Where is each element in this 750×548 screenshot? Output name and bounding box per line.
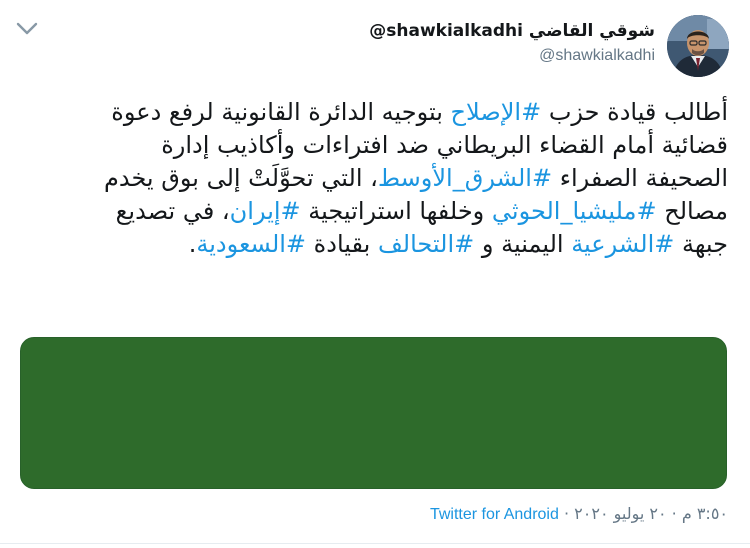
- chevron-down-icon: [16, 22, 38, 35]
- timestamp[interactable]: ٣:٥٠ م · ٢٠ يوليو ٢٠٢٠ ·: [564, 504, 728, 523]
- hashtag-link[interactable]: #مليشيا_الحوثي: [492, 197, 657, 225]
- display-name-handle: @shawkialkadhi: [369, 21, 523, 41]
- avatar[interactable]: [667, 15, 729, 77]
- source-link[interactable]: Twitter for Android: [430, 506, 559, 523]
- tweet-text: أطالب قيادة حزب #الإصلاح بتوجيه الدائرة …: [100, 96, 728, 261]
- avatar-photo: [667, 15, 729, 77]
- display-name-text: شوقي القاضي: [528, 21, 655, 41]
- hashtag-link[interactable]: #إيران: [230, 197, 301, 225]
- tweet-text-segment: اليمنية و: [474, 230, 572, 258]
- tweet-text-segment: وخلفها استراتيجية: [300, 197, 492, 225]
- hashtag-link[interactable]: #السعودية: [196, 230, 306, 258]
- tweet-text-segment: بقيادة: [306, 230, 378, 258]
- hashtag-link[interactable]: #الإصلاح: [451, 98, 542, 126]
- hashtag-link[interactable]: #الشرعية: [571, 230, 674, 258]
- divider: [0, 543, 750, 544]
- display-name[interactable]: شوقي القاضي @shawkialkadhi: [369, 20, 655, 42]
- tweet-card: شوقي القاضي @shawkialkadhi @shawkialkadh…: [0, 0, 750, 548]
- hashtag-link[interactable]: #التحالف: [378, 230, 474, 258]
- screen-name[interactable]: @shawkialkadhi: [369, 46, 655, 66]
- hashtag-link[interactable]: #الشرق_الأوسط: [378, 164, 552, 192]
- author-names[interactable]: شوقي القاضي @shawkialkadhi @shawkialkadh…: [369, 20, 655, 66]
- media-image[interactable]: [20, 337, 727, 489]
- tweet-text-segment: أطالب قيادة حزب: [541, 98, 728, 126]
- more-options-button[interactable]: [14, 18, 40, 40]
- tweet-meta: ٣:٥٠ م · ٢٠ يوليو ٢٠٢٠ · Twitter for And…: [430, 503, 728, 526]
